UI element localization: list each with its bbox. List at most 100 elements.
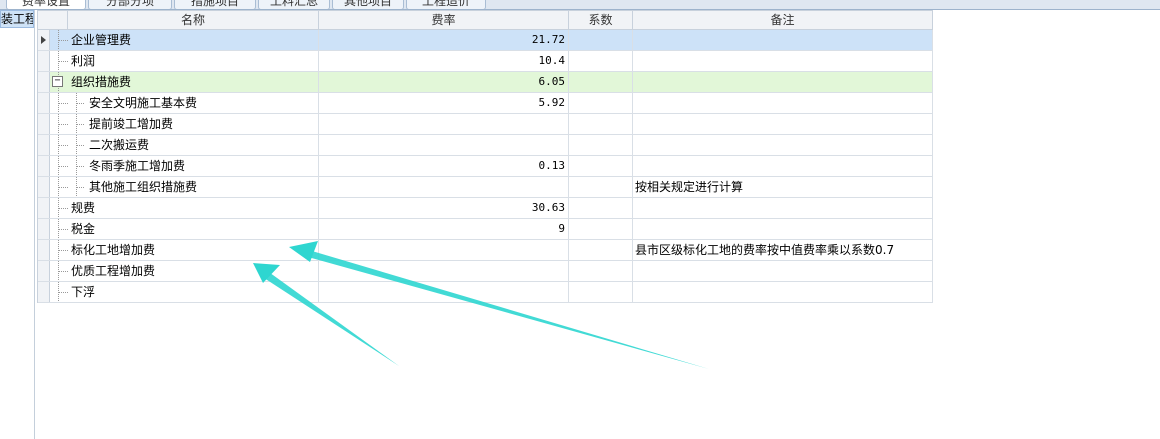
tree-line-cell [50,114,68,134]
tree-line-cell [50,198,68,218]
cell-note[interactable]: 按相关规定进行计算 [633,177,933,197]
tab-fee-settings[interactable]: 费率设置 [6,0,86,9]
header-coefficient[interactable]: 系数 [569,11,633,29]
cell-note[interactable] [633,93,933,113]
cell-name-text: 提前竣工增加费 [89,117,174,131]
cell-name-text: 税金 [71,222,96,236]
cell-name[interactable]: 税金 [68,219,319,239]
cell-coefficient[interactable] [569,177,633,197]
cell-coefficient[interactable] [569,30,633,50]
cell-name-text: 下浮 [71,285,96,299]
tab-sub-items[interactable]: 分部分项 [88,0,172,9]
cell-note[interactable] [633,282,933,302]
cell-name[interactable]: 组织措施费 [68,72,319,92]
cell-name[interactable]: 二次搬运费 [68,135,319,155]
cell-note[interactable] [633,72,933,92]
table-row[interactable]: 下浮 [38,282,933,303]
table-row[interactable]: 规费 30.63 [38,198,933,219]
tab-project-cost[interactable]: 工程造价 [406,0,486,9]
cell-note[interactable] [633,114,933,134]
row-indicator-cell[interactable] [38,156,50,176]
cell-name[interactable]: 利润 [68,51,319,71]
table-row[interactable]: 提前竣工增加费 [38,114,933,135]
cell-coefficient[interactable] [569,198,633,218]
row-indicator-cell[interactable] [38,240,50,260]
cell-name[interactable]: 冬雨季施工增加费 [68,156,319,176]
row-indicator-cell[interactable] [38,177,50,197]
cell-name[interactable]: 其他施工组织措施费 [68,177,319,197]
cell-coefficient[interactable] [569,114,633,134]
cell-rate[interactable] [319,261,569,281]
cell-coefficient[interactable] [569,93,633,113]
table-row[interactable]: 利润 10.4 [38,51,933,72]
cell-rate[interactable] [319,177,569,197]
table-row[interactable]: 税金 9 [38,219,933,240]
cell-note[interactable] [633,30,933,50]
cell-note[interactable] [633,156,933,176]
tree-line-cell [50,93,68,113]
tree-connector [58,124,68,125]
cell-rate[interactable]: 9 [319,219,569,239]
table-row[interactable]: − 组织措施费 6.05 [38,72,933,93]
cell-rate[interactable]: 10.4 [319,51,569,71]
table-row[interactable]: 标化工地增加费 县市区级标化工地的费率按中值费率乘以系数0.7 [38,240,933,261]
cell-note[interactable] [633,219,933,239]
cell-note[interactable] [633,51,933,71]
row-indicator-cell[interactable] [38,114,50,134]
cell-rate[interactable]: 30.63 [319,198,569,218]
cell-name[interactable]: 提前竣工增加费 [68,114,319,134]
cell-note[interactable] [633,261,933,281]
cell-rate[interactable] [319,240,569,260]
cell-name[interactable]: 标化工地增加费 [68,240,319,260]
row-indicator-cell[interactable] [38,51,50,71]
cell-rate[interactable]: 21.72 [319,30,569,50]
table-row[interactable]: 其他施工组织措施费 按相关规定进行计算 [38,177,933,198]
table-row[interactable]: 优质工程增加费 [38,261,933,282]
cell-note[interactable] [633,198,933,218]
cell-rate[interactable] [319,135,569,155]
cell-coefficient[interactable] [569,240,633,260]
cell-name[interactable]: 安全文明施工基本费 [68,93,319,113]
row-indicator-cell[interactable] [38,135,50,155]
cell-rate[interactable] [319,282,569,302]
cell-note[interactable]: 县市区级标化工地的费率按中值费率乘以系数0.7 [633,240,933,260]
tab-materials-summary[interactable]: 工料汇总 [258,0,330,9]
cell-name-text: 规费 [71,201,96,215]
cell-coefficient[interactable] [569,219,633,239]
cell-coefficient[interactable] [569,282,633,302]
cell-rate[interactable]: 6.05 [319,72,569,92]
header-name[interactable]: 名称 [68,11,319,29]
cell-note[interactable] [633,135,933,155]
table-row[interactable]: 安全文明施工基本费 5.92 [38,93,933,114]
table-row[interactable]: 企业管理费 21.72 [38,30,933,51]
tree-connector [58,166,68,167]
minus-box-icon[interactable]: − [52,76,63,87]
project-tree-item[interactable]: 装工程 [0,10,34,28]
cell-rate[interactable] [319,114,569,134]
cell-name[interactable]: 下浮 [68,282,319,302]
row-indicator-cell[interactable] [38,219,50,239]
row-indicator-cell[interactable] [38,72,50,92]
cell-name[interactable]: 规费 [68,198,319,218]
row-indicator-cell[interactable] [38,198,50,218]
tab-other-items[interactable]: 其他项目 [332,0,404,9]
table-row[interactable]: 二次搬运费 [38,135,933,156]
table-row[interactable]: 冬雨季施工增加费 0.13 [38,156,933,177]
header-rate[interactable]: 费率 [319,11,569,29]
row-indicator-cell[interactable] [38,93,50,113]
row-indicator-cell[interactable] [38,282,50,302]
cell-coefficient[interactable] [569,51,633,71]
cell-name[interactable]: 企业管理费 [68,30,319,50]
cell-coefficient[interactable] [569,72,633,92]
grid-header: 名称 费率 系数 备注 [38,11,933,30]
row-indicator-cell[interactable] [38,30,50,50]
cell-rate[interactable]: 0.13 [319,156,569,176]
cell-coefficient[interactable] [569,156,633,176]
header-note[interactable]: 备注 [633,11,933,29]
cell-rate[interactable]: 5.92 [319,93,569,113]
tab-measures[interactable]: 措施项目 [174,0,256,9]
cell-name[interactable]: 优质工程增加费 [68,261,319,281]
cell-coefficient[interactable] [569,261,633,281]
row-indicator-cell[interactable] [38,261,50,281]
cell-coefficient[interactable] [569,135,633,155]
